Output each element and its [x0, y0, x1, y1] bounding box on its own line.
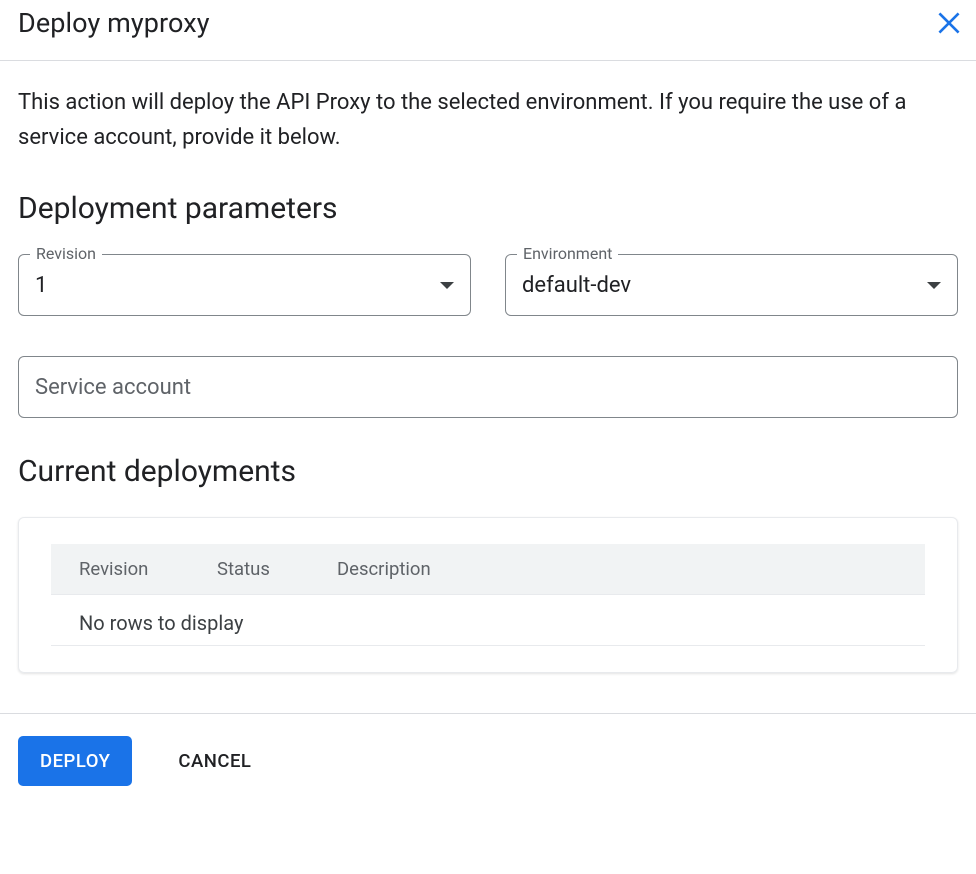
column-header-description: Description: [337, 558, 897, 580]
close-button[interactable]: [930, 4, 968, 42]
deployments-table-card: Revision Status Description No rows to d…: [18, 517, 958, 673]
environment-value: default-dev: [522, 273, 919, 298]
table-header-row: Revision Status Description: [51, 544, 925, 595]
dialog-header: Deploy myproxy: [0, 0, 976, 61]
table-divider: [51, 645, 925, 646]
chevron-down-icon: [927, 282, 941, 289]
service-account-placeholder: Service account: [35, 375, 941, 400]
service-account-input[interactable]: Service account: [18, 356, 958, 418]
revision-label: Revision: [30, 244, 102, 263]
deployment-parameters-heading: Deployment parameters: [18, 191, 958, 226]
dialog-title: Deploy myproxy: [18, 7, 210, 39]
column-header-status: Status: [217, 558, 337, 580]
dialog-body: This action will deploy the API Proxy to…: [0, 61, 976, 713]
table-empty-message: No rows to display: [51, 595, 549, 646]
current-deployments-heading: Current deployments: [18, 454, 958, 489]
deploy-button[interactable]: DEPLOY: [18, 736, 132, 786]
parameter-row: Revision 1 Environment default-dev: [18, 254, 958, 316]
cancel-button[interactable]: CANCEL: [172, 736, 257, 786]
dialog-footer: DEPLOY CANCEL: [0, 713, 976, 808]
environment-select[interactable]: Environment default-dev: [505, 254, 958, 316]
revision-value: 1: [35, 273, 432, 298]
dialog-description: This action will deploy the API Proxy to…: [18, 85, 938, 155]
chevron-down-icon: [440, 282, 454, 289]
close-icon: [936, 10, 962, 36]
environment-label: Environment: [517, 244, 618, 263]
revision-select[interactable]: Revision 1: [18, 254, 471, 316]
column-header-revision: Revision: [79, 558, 217, 580]
